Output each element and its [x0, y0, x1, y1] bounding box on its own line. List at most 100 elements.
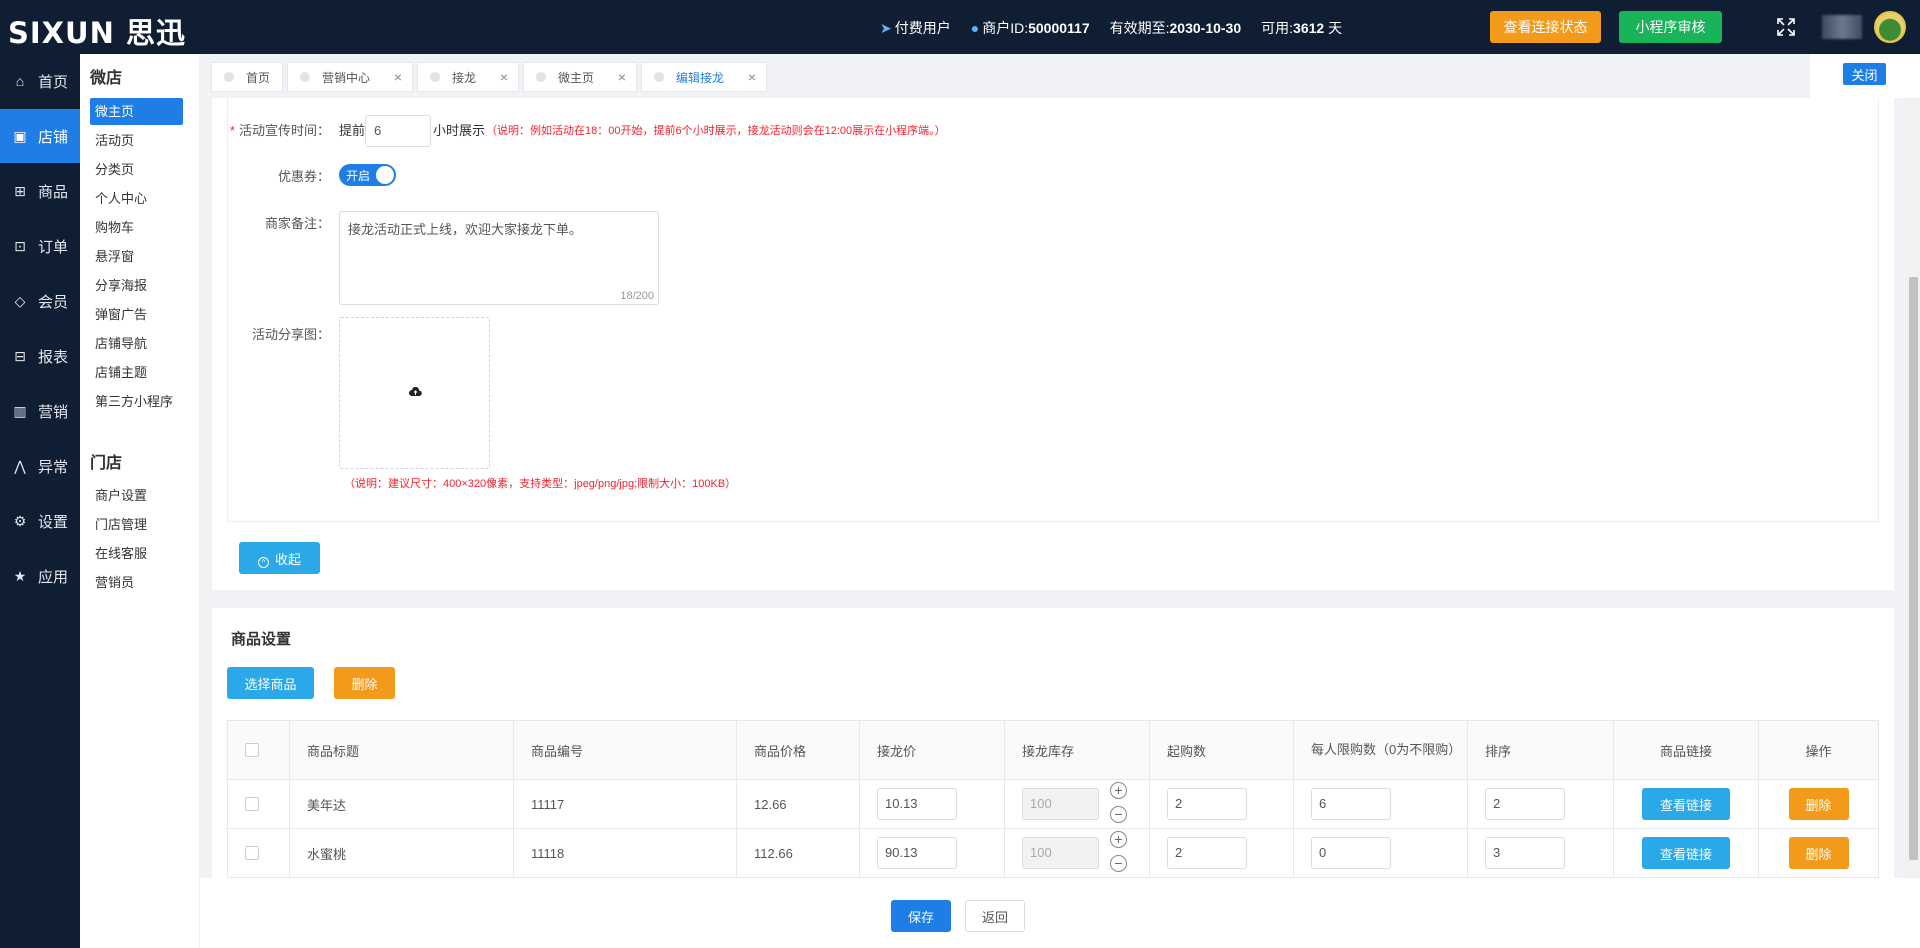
delete-row-button[interactable]: 删除 [1788, 837, 1849, 869]
column-header: 操作 [1805, 743, 1832, 759]
cell-limit: 0 [1294, 829, 1468, 877]
nav-item-5[interactable]: ⊟ 报表 [0, 329, 80, 383]
nav-item-0[interactable]: ⌂ 首页 [0, 54, 80, 108]
column-header: 商品链接 [1614, 721, 1759, 779]
select-products-button[interactable]: 选择商品 [227, 667, 314, 699]
row-select-cell [228, 829, 290, 877]
avatar[interactable] [1874, 11, 1906, 43]
miniprogram-review-button[interactable]: 小程序审核 [1619, 11, 1722, 43]
cell-jl_price: 90.13 [860, 829, 1005, 877]
sort-input[interactable]: 3 [1485, 837, 1565, 869]
view-link-button[interactable]: 查看链接 [1642, 837, 1730, 869]
close-tabs-button[interactable]: 关闭 [1843, 63, 1886, 85]
promo-hours-input[interactable]: 6 [365, 115, 431, 147]
subnav-item[interactable]: 第三方小程序 [90, 388, 183, 415]
tab-0[interactable]: 首页 [211, 62, 283, 92]
column-header: 商品价格 [737, 721, 860, 779]
save-button[interactable]: 保存 [891, 900, 951, 932]
gear-icon: ⚙ [13, 512, 27, 529]
subnav-item[interactable]: 店铺导航 [90, 330, 183, 357]
connection-status-button[interactable]: 查看连接状态 [1490, 11, 1601, 43]
scrollbar-thumb[interactable] [1909, 277, 1918, 860]
stock-stepper: + − [1110, 831, 1128, 878]
tab-dot [654, 72, 664, 82]
promo-prefix: 提前 [339, 123, 366, 138]
column-header: 接龙库存 [1005, 721, 1150, 779]
collapse-button[interactable]: ^ 收起 [239, 542, 320, 574]
row-checkbox[interactable] [245, 797, 259, 811]
table-row: 水蜜桃 11118 112.66 90.13 100 + −2 0 3 查看链接 删除 [228, 829, 1878, 878]
tab-4[interactable]: 编辑接龙 × [641, 62, 767, 92]
subnav-heading-store: 门店 [90, 455, 123, 472]
subnav-item[interactable]: 悬浮窗 [90, 243, 183, 270]
nav-item-label: 店铺 [38, 128, 69, 146]
coupon-switch[interactable]: 开启 [339, 164, 396, 186]
cell-price: 12.66 [737, 780, 860, 828]
share-image-note: （说明：建议尺寸：400×320像素，支持类型：jpeg/png/jpg;限制大… [344, 478, 737, 490]
close-icon[interactable]: × [394, 69, 402, 85]
nav-item-1[interactable]: ▣ 店铺 [0, 109, 80, 163]
tab-3[interactable]: 微主页 × [523, 62, 637, 92]
plus-circle-icon[interactable]: + [1110, 782, 1127, 799]
plus-circle-icon[interactable]: + [1110, 831, 1127, 848]
nav-item-7[interactable]: ⋀ 异常 [0, 439, 80, 493]
back-button[interactable]: 返回 [965, 900, 1025, 932]
cell-code: 11117 [514, 780, 737, 828]
subnav-item[interactable]: 门店管理 [90, 511, 183, 538]
sort-input[interactable]: 2 [1485, 788, 1565, 820]
tab-label: 编辑接龙 [676, 70, 725, 85]
username[interactable] [1822, 15, 1862, 39]
subnav-item[interactable]: 弹窗广告 [90, 301, 183, 328]
remark-textarea[interactable]: 接龙活动正式上线，欢迎大家接龙下单。 18/200 [339, 211, 659, 305]
close-icon[interactable]: × [618, 69, 626, 85]
delete-selected-button[interactable]: 删除 [334, 667, 395, 699]
select-all-checkbox[interactable] [245, 743, 259, 757]
close-icon[interactable]: × [500, 69, 508, 85]
subnav-item[interactable]: 活动页 [90, 127, 183, 154]
char-count: 18/200 [620, 290, 654, 302]
jl_price-input[interactable]: 10.13 [877, 788, 957, 820]
image-upload[interactable] [339, 317, 490, 469]
limit-input[interactable]: 6 [1311, 788, 1391, 820]
nav-item-4[interactable]: ◇ 会员 [0, 274, 80, 328]
limit-input[interactable]: 0 [1311, 837, 1391, 869]
subnav-item[interactable]: 在线客服 [90, 540, 183, 567]
activity-form: * 活动宣传时间： 提前 6 小时展示 （说明：例如活动在18：00开始，提前6个… [227, 98, 1879, 522]
delete-row-button[interactable]: 删除 [1788, 788, 1849, 820]
row-checkbox[interactable] [245, 846, 259, 860]
activity-settings-card: * 活动宣传时间： 提前 6 小时展示 （说明：例如活动在18：00开始，提前6个… [212, 98, 1894, 590]
minus-circle-icon[interactable]: − [1110, 855, 1127, 872]
subnav-item[interactable]: 营销员 [90, 569, 183, 596]
logo: SIXUN 思迅 [8, 16, 186, 50]
fullscreen-icon[interactable] [1776, 17, 1796, 37]
star-icon: ★ [13, 567, 27, 584]
tab-1[interactable]: 营销中心 × [287, 62, 413, 92]
nav-item-label: 营销 [38, 403, 69, 421]
nav-item-3[interactable]: ⊡ 订单 [0, 219, 80, 273]
subnav-item[interactable]: 个人中心 [90, 185, 183, 212]
cell-op: 删除 [1759, 780, 1878, 828]
subnav-item[interactable]: 商户设置 [90, 482, 183, 509]
jl_price-input[interactable]: 90.13 [877, 837, 957, 869]
subnav-item[interactable]: 微主页 [90, 98, 183, 125]
nav-item-8[interactable]: ⚙ 设置 [0, 494, 80, 548]
tab-label: 微主页 [558, 70, 595, 85]
subnav-item[interactable]: 分享海报 [90, 272, 183, 299]
close-icon[interactable]: × [748, 69, 756, 85]
tab-2[interactable]: 接龙 × [417, 62, 519, 92]
nav-item-label: 首页 [38, 73, 69, 91]
nav-item-9[interactable]: ★ 应用 [0, 549, 80, 603]
tab-dot [430, 72, 440, 82]
min_buy-input[interactable]: 2 [1167, 837, 1247, 869]
tab-dot [300, 72, 310, 82]
minus-circle-icon[interactable]: − [1110, 806, 1127, 823]
subnav-item[interactable]: 店铺主题 [90, 359, 183, 386]
min_buy-input[interactable]: 2 [1167, 788, 1247, 820]
subnav-item[interactable]: 分类页 [90, 156, 183, 183]
view-link-button[interactable]: 查看链接 [1642, 788, 1730, 820]
header-select-all [228, 721, 290, 779]
nav-item-6[interactable]: ▥ 营销 [0, 384, 80, 438]
home-icon: ⌂ [15, 73, 25, 89]
subnav-item[interactable]: 购物车 [90, 214, 183, 241]
nav-item-2[interactable]: ⊞ 商品 [0, 164, 80, 218]
